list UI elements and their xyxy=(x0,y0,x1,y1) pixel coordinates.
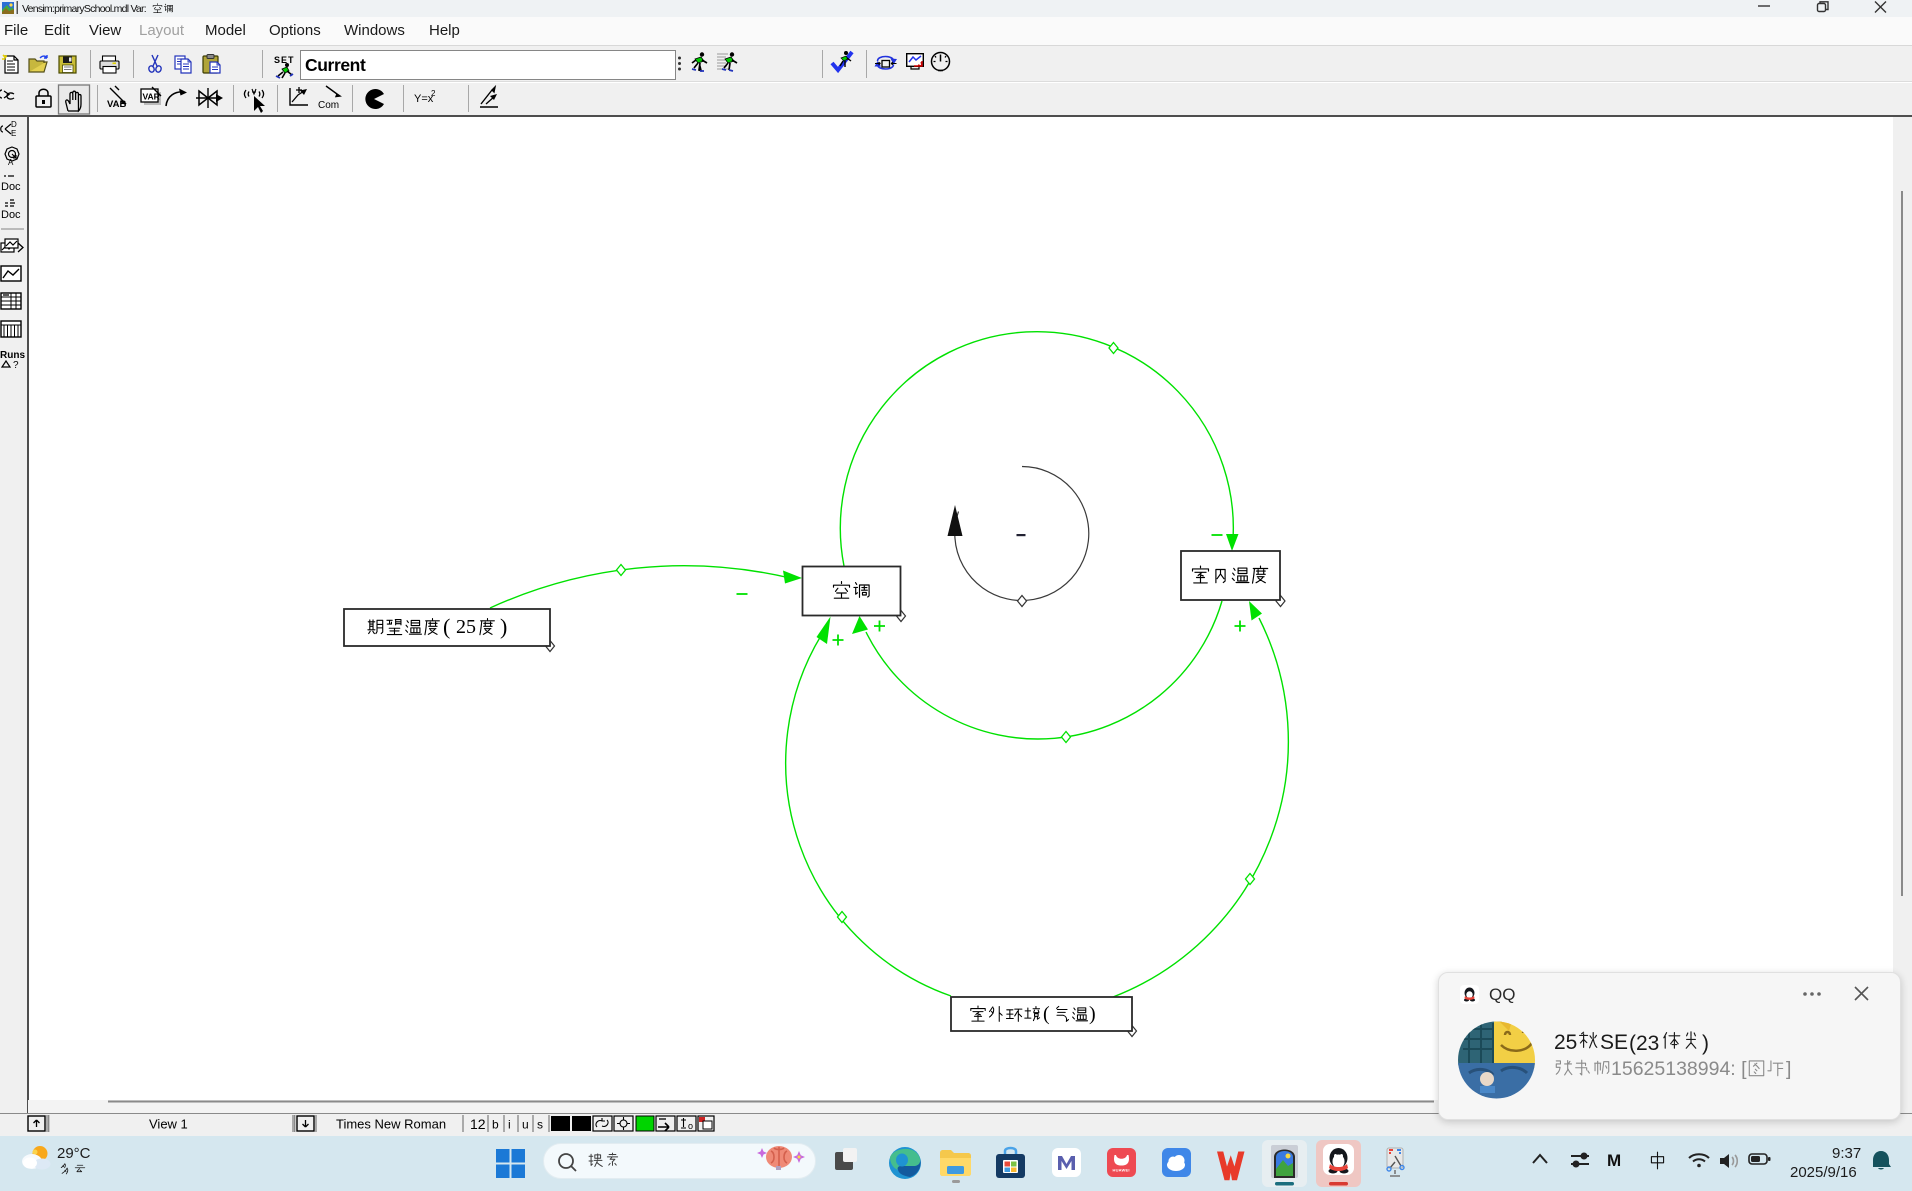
svg-text:HUAWEI: HUAWEI xyxy=(1113,1168,1130,1173)
svg-text:E: E xyxy=(11,129,16,138)
svg-text:?: ? xyxy=(13,360,19,371)
svg-text:(: ( xyxy=(443,614,450,639)
svg-text:View 1: View 1 xyxy=(149,1117,188,1132)
svg-text:i: i xyxy=(508,1118,511,1132)
svg-text:u: u xyxy=(522,1118,529,1132)
svg-text:b: b xyxy=(492,1118,499,1132)
svg-text:QQ: QQ xyxy=(1489,985,1515,1004)
svg-text:15625138994: [: 15625138994: [ xyxy=(1611,1058,1747,1080)
svg-text:Doc: Doc xyxy=(1,181,21,193)
svg-text:2: 2 xyxy=(431,89,436,98)
svg-text:SET: SET xyxy=(274,55,295,65)
svg-text:M: M xyxy=(1607,1151,1621,1170)
svg-text:(: ( xyxy=(1043,1003,1050,1025)
svg-text:12: 12 xyxy=(470,1116,486,1132)
svg-text:29°C: 29°C xyxy=(57,1145,91,1162)
svg-text:): ) xyxy=(1702,1032,1709,1055)
svg-text:): ) xyxy=(500,614,507,639)
svg-text:(23: (23 xyxy=(1629,1032,1659,1055)
svg-text:25: 25 xyxy=(456,616,476,638)
svg-text:9:37: 9:37 xyxy=(1832,1145,1861,1162)
svg-text:25: 25 xyxy=(1554,1031,1577,1054)
svg-text:Times New Roman: Times New Roman xyxy=(336,1117,446,1132)
svg-text:2025/9/16: 2025/9/16 xyxy=(1790,1164,1857,1181)
svg-text:D: D xyxy=(11,120,17,129)
svg-text:s: s xyxy=(537,1118,543,1132)
svg-text:): ) xyxy=(1089,1003,1096,1025)
svg-text:]: ] xyxy=(1786,1058,1791,1080)
svg-text:o: o xyxy=(688,1121,693,1131)
svg-text:A: A xyxy=(8,158,14,167)
svg-text:Doc: Doc xyxy=(1,209,21,221)
svg-text:Com: Com xyxy=(318,100,339,111)
svg-text:SE: SE xyxy=(1600,1031,1628,1054)
